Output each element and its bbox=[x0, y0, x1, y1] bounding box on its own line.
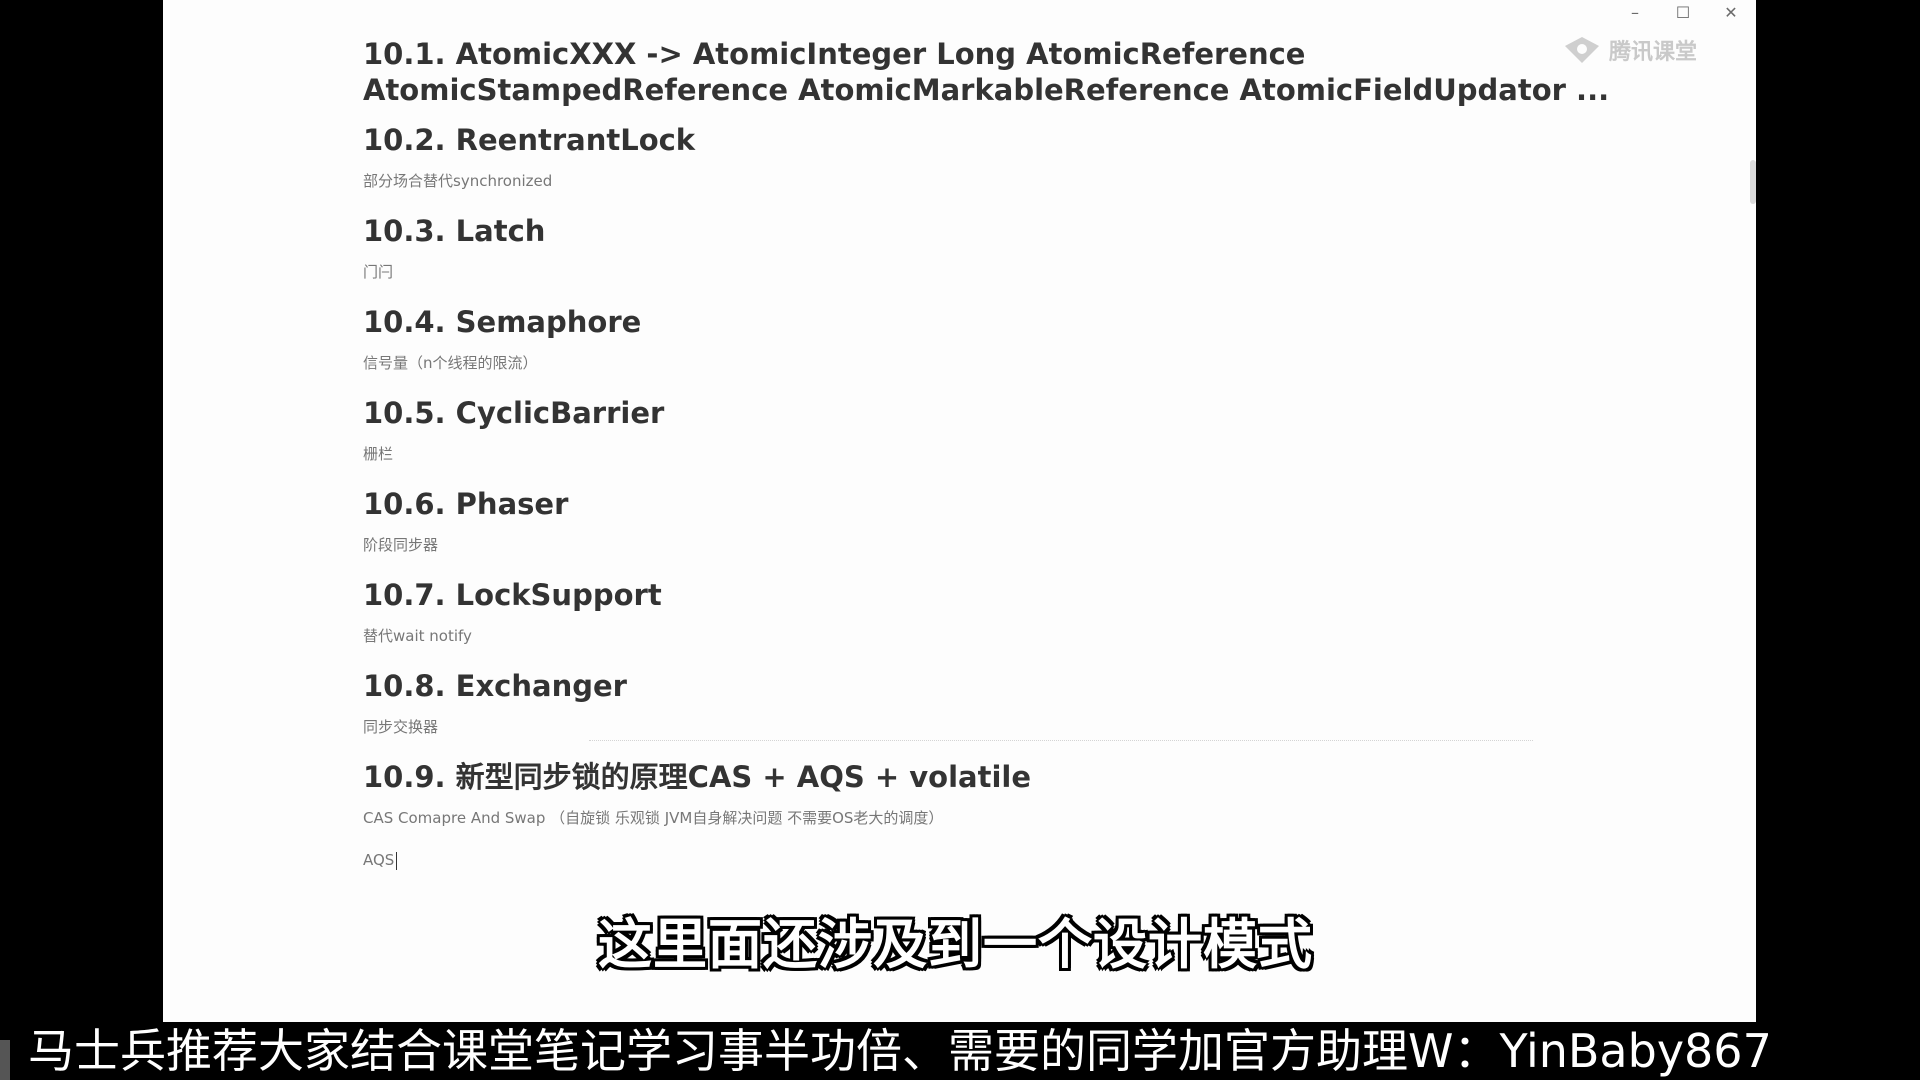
desc-10-4: 信号量（n个线程的限流） bbox=[363, 354, 538, 372]
maximize-button[interactable]: ☐ bbox=[1672, 2, 1694, 24]
window-controls: – ☐ ✕ bbox=[1624, 2, 1742, 24]
heading-10-7: 10.7. LockSupport bbox=[363, 578, 662, 612]
heading-10-4: 10.4. Semaphore bbox=[363, 305, 642, 339]
desc-10-8: 同步交换器 bbox=[363, 718, 439, 736]
side-marker bbox=[0, 1040, 10, 1080]
promo-banner: 马士兵推荐大家结合课堂笔记学习事半功倍、需要的同学加官方助理W：YinBaby8… bbox=[0, 1022, 1920, 1080]
desc-10-7: 替代wait notify bbox=[363, 627, 472, 645]
desc-10-9-aqs[interactable]: AQS bbox=[363, 850, 1663, 870]
heading-10-6: 10.6. Phaser bbox=[363, 487, 569, 521]
heading-10-9: 10.9. 新型同步锁的原理CAS + AQS + volatile bbox=[363, 760, 1031, 794]
video-subtitle: 这里面还涉及到一个设计模式 bbox=[598, 913, 1313, 976]
divider-line bbox=[589, 740, 1533, 741]
document-window: – ☐ ✕ 腾讯课堂 10.1. AtomicXXX -> AtomicInte… bbox=[163, 0, 1756, 1022]
heading-10-1: 10.1. AtomicXXX -> AtomicInteger Long At… bbox=[363, 37, 1610, 107]
desc-10-5: 栅栏 bbox=[363, 445, 394, 463]
desc-10-2: 部分场合替代synchronized bbox=[363, 172, 553, 190]
desc-10-9: CAS Comapre And Swap （自旋锁 乐观锁 JVM自身解决问题 … bbox=[363, 809, 944, 827]
heading-10-2: 10.2. ReentrantLock bbox=[363, 123, 696, 157]
heading-10-8: 10.8. Exchanger bbox=[363, 669, 627, 703]
close-button[interactable]: ✕ bbox=[1720, 2, 1742, 24]
desc-10-6: 阶段同步器 bbox=[363, 536, 439, 554]
minimize-button[interactable]: – bbox=[1624, 2, 1646, 24]
desc-10-3: 门闩 bbox=[363, 263, 394, 281]
scrollbar-thumb[interactable] bbox=[1750, 160, 1756, 204]
aqs-text: AQS bbox=[363, 851, 395, 869]
document-content: 10.1. AtomicXXX -> AtomicInteger Long At… bbox=[363, 36, 1663, 890]
text-cursor bbox=[396, 851, 398, 870]
heading-10-5: 10.5. CyclicBarrier bbox=[363, 396, 665, 430]
heading-10-3: 10.3. Latch bbox=[363, 214, 546, 248]
